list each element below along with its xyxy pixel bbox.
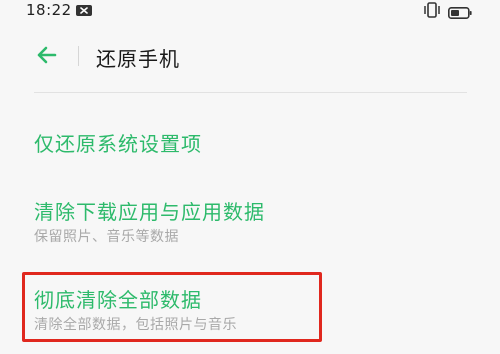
option-restore-system-settings[interactable]: 仅还原系统设置项 <box>0 124 500 164</box>
phone-screen: 18:22 还原手机 仅还原系统设置项 清除下载应用与应用数据 保留照片、音乐等… <box>0 0 500 354</box>
option-description: 清除全部数据，包括照片与音乐 <box>34 317 237 333</box>
option-clear-downloaded-apps[interactable]: 清除下载应用与应用数据 保留照片、音乐等数据 <box>0 190 500 250</box>
status-bar: 18:22 <box>0 0 500 22</box>
page-header: 还原手机 <box>0 34 500 78</box>
option-title: 清除下载应用与应用数据 <box>34 200 265 224</box>
option-title: 仅还原系统设置项 <box>34 132 202 156</box>
status-time: 18:22 <box>26 1 72 19</box>
option-title: 彻底清除全部数据 <box>34 288 202 312</box>
option-erase-all-data[interactable]: 彻底清除全部数据 清除全部数据，包括照片与音乐 <box>0 278 500 338</box>
option-description: 保留照片、音乐等数据 <box>34 229 179 245</box>
notification-icon <box>76 5 92 16</box>
battery-icon <box>448 4 472 19</box>
vibrate-icon <box>422 2 442 18</box>
header-divider <box>78 46 79 66</box>
section-divider <box>34 92 467 93</box>
page-title: 还原手机 <box>96 47 180 71</box>
back-arrow-icon[interactable] <box>34 42 60 68</box>
